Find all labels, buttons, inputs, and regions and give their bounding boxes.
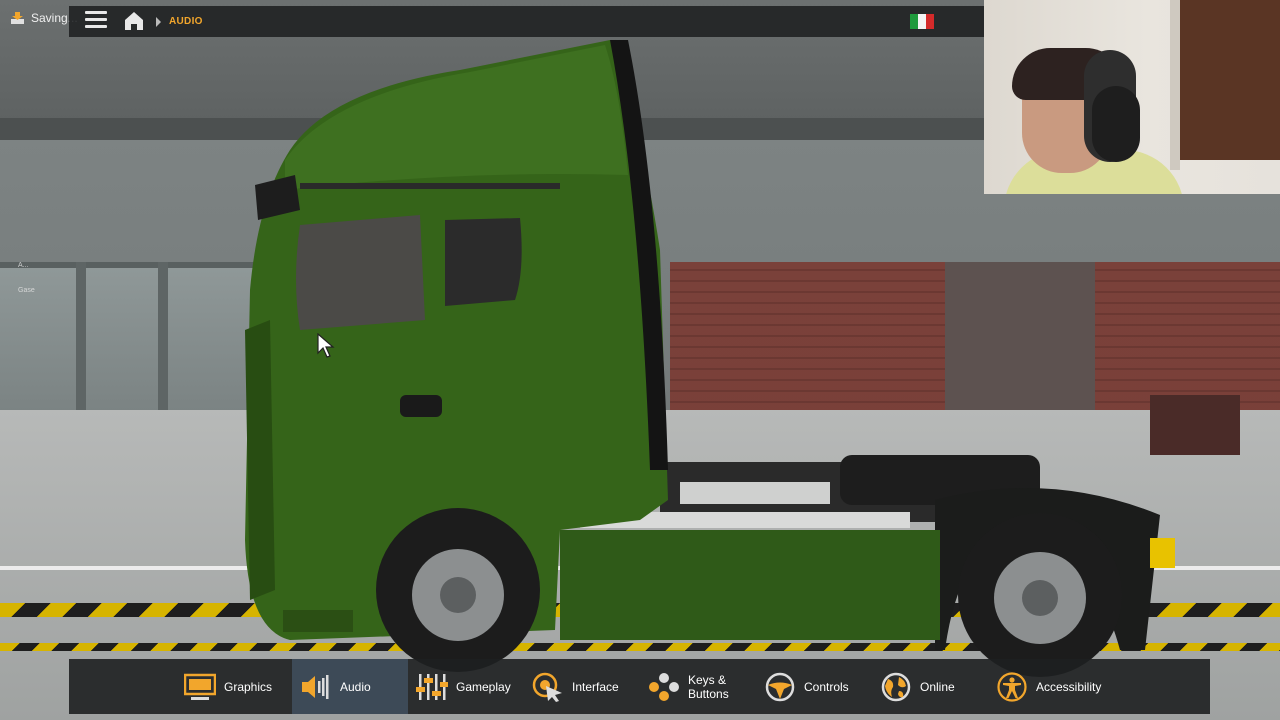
tab-label: Accessibility <box>1036 679 1102 694</box>
steering-wheel-icon <box>764 672 796 702</box>
webcam-overlay <box>984 0 1280 194</box>
settings-tab-bar: Graphics Audio Gameplay Interface Keys &… <box>69 659 1210 714</box>
accessibility-icon <box>996 671 1028 702</box>
tab-label: Interface <box>572 679 619 694</box>
monitor-icon <box>184 672 216 702</box>
door-frame <box>1170 0 1180 170</box>
tab-audio[interactable]: Audio <box>292 659 408 714</box>
tab-list: Graphics Audio Gameplay Interface Keys &… <box>176 659 1114 714</box>
saving-indicator: Saving... <box>10 11 78 25</box>
tab-label: Controls <box>804 679 849 694</box>
tab-label: Online <box>920 679 955 694</box>
headset-ear-cup <box>1092 86 1140 162</box>
mouse-cursor-icon <box>317 333 335 358</box>
tab-accessibility[interactable]: Accessibility <box>988 659 1114 714</box>
tab-label: Keys & Buttons <box>688 672 729 701</box>
home-icon[interactable] <box>124 11 144 31</box>
breadcrumb[interactable]: AUDIO <box>169 16 203 27</box>
globe-icon <box>880 672 912 702</box>
wooden-door <box>1180 0 1280 160</box>
italy-flag-icon[interactable] <box>910 14 934 29</box>
tab-label: Audio <box>340 679 371 694</box>
tab-label: Graphics <box>224 679 273 694</box>
tab-gameplay[interactable]: Gameplay <box>408 659 524 714</box>
sliders-icon <box>416 672 448 702</box>
save-icon <box>10 11 25 25</box>
tab-graphics[interactable]: Graphics <box>176 659 292 714</box>
speaker-icon <box>300 672 332 702</box>
pointer-icon <box>532 672 564 702</box>
tab-controls[interactable]: Controls <box>756 659 872 714</box>
tab-interface[interactable]: Interface <box>524 659 640 714</box>
menu-line <box>85 18 107 21</box>
menu-line <box>85 11 107 14</box>
tab-online[interactable]: Online <box>872 659 988 714</box>
top-bar <box>69 6 984 37</box>
keys-icon <box>648 672 680 702</box>
menu-line <box>85 25 107 28</box>
hamburger-menu-icon[interactable] <box>85 11 107 31</box>
tab-label: Gameplay <box>456 679 511 694</box>
tab-keys-buttons[interactable]: Keys & Buttons <box>640 659 756 714</box>
breadcrumb-arrow-icon <box>156 17 161 27</box>
